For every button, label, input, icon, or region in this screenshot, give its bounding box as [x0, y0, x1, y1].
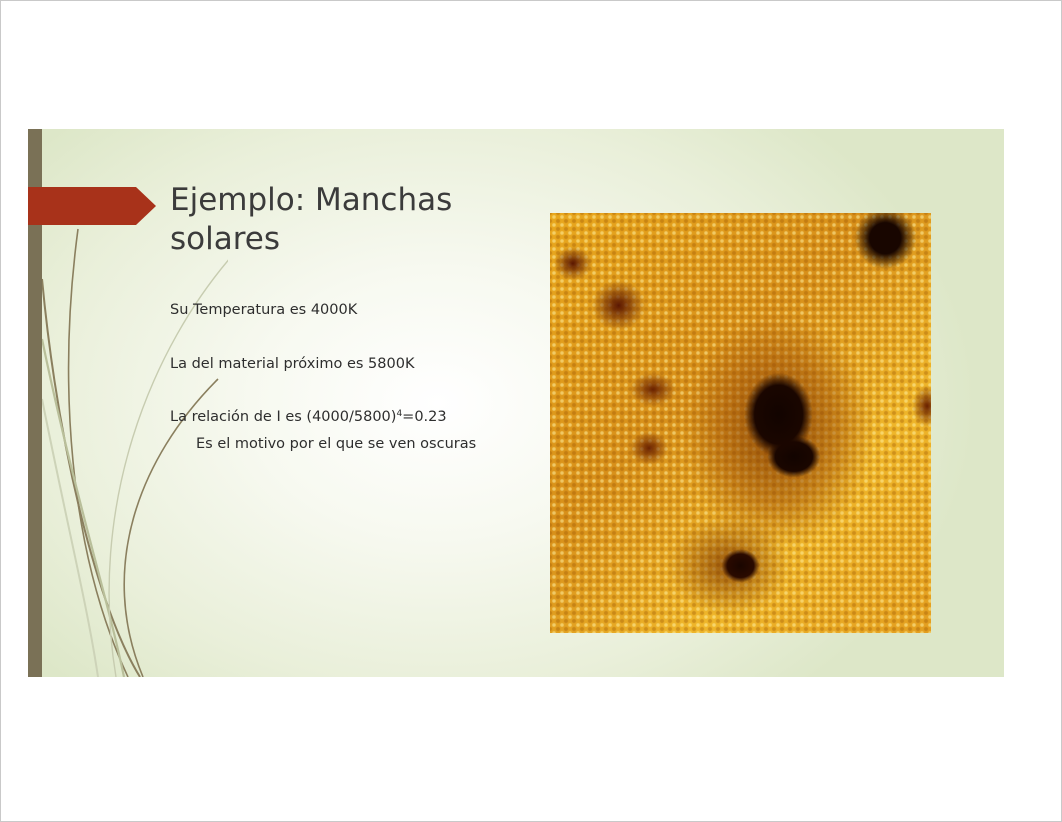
- slide: Ejemplo: Manchas solares Su Temperatura …: [28, 129, 1004, 677]
- slide-title: Ejemplo: Manchas solares: [170, 182, 453, 257]
- ratio-prefix: La relación de I es (4000/5800): [170, 409, 397, 425]
- nearby-material-text: La del material próximo es 5800K: [170, 356, 415, 372]
- explanation-text: Es el motivo por el que se ven oscuras: [196, 436, 477, 452]
- ratio-suffix: =0.23: [402, 409, 447, 425]
- sunspot-image: [550, 213, 931, 633]
- temperature-text: Su Temperatura es 4000K: [170, 302, 358, 318]
- intensity-ratio-text: La relación de I es (4000/5800)4=0.23: [170, 409, 447, 425]
- page-frame: Ejemplo: Manchas solares Su Temperatura …: [0, 0, 1062, 822]
- title-arrow-marker: [28, 187, 156, 225]
